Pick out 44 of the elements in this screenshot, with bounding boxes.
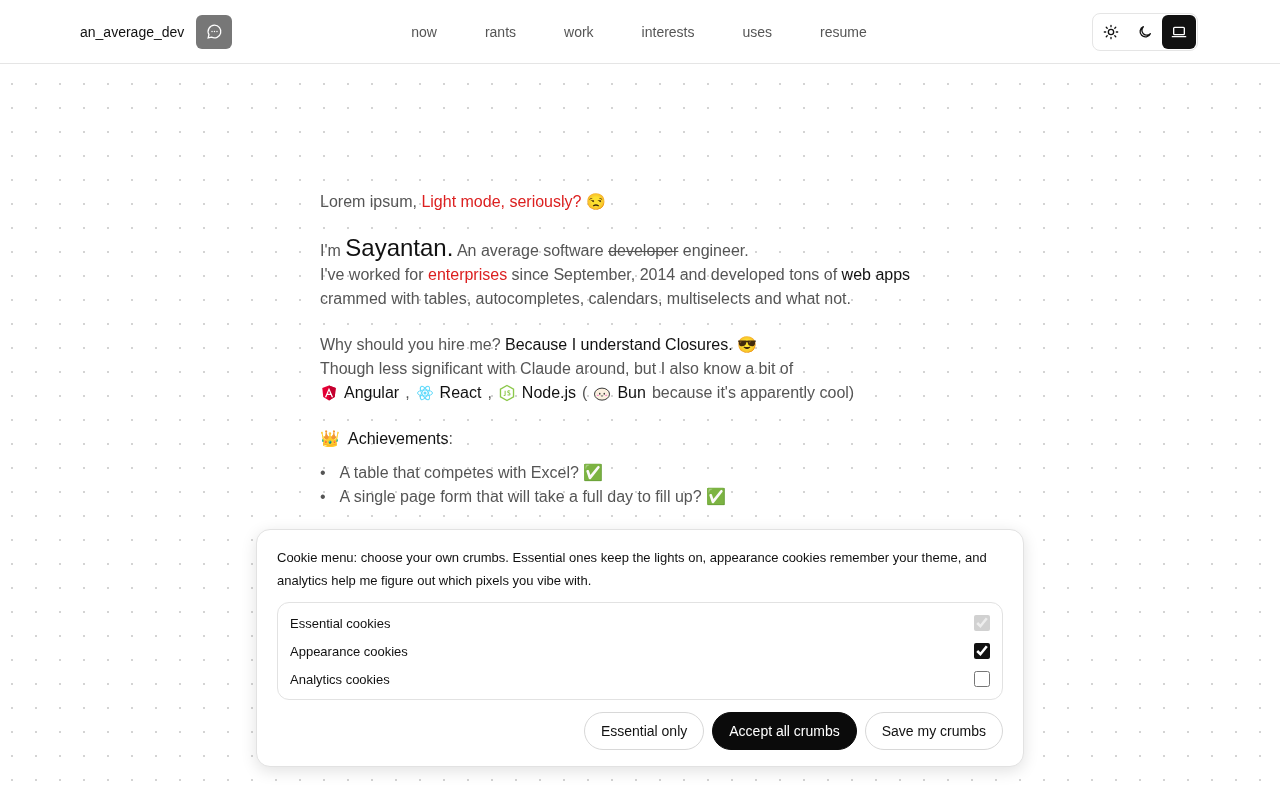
nav-link[interactable]: work [540, 17, 618, 46]
section-heading: Achievements [348, 429, 449, 449]
cookie-option-label: Appearance cookies [290, 643, 408, 659]
cookie-option-label: Analytics cookies [290, 671, 390, 687]
cookie-message: Cookie menu: choose your own crumbs. Essential ones keep the lights on, appearance cookies remember your theme, and analytics help me figure out which pixels you vibe with. [277, 549, 988, 590]
hexagon-logo-icon [497, 384, 516, 402]
intro-text: I'm Sayantan.An average software developer engineer. [320, 236, 750, 263]
system-theme-button[interactable] [1162, 14, 1196, 49]
chat-bubble-icon [205, 23, 223, 40]
atom-logo-icon [415, 384, 434, 402]
nav-link[interactable]: resume [796, 17, 891, 46]
intro-text: Lorem ipsum, Light mode, seriously? 😒 [320, 192, 607, 212]
cookie-button[interactable]: Essential only [583, 712, 705, 750]
tech-name: React [439, 383, 482, 403]
intro-text: I've worked for enterprises since September, 2014 and developed tons of web apps crammed with tables, autocompletes, calendars, multiselects and what not. [320, 265, 912, 309]
tech-name: Angular [344, 383, 400, 403]
tech-name: Node.js [521, 383, 577, 403]
heading-text: 👑 [320, 429, 340, 449]
cookie-button[interactable]: Accept all crumbs [712, 712, 857, 750]
bullet: • [320, 487, 326, 507]
sun-icon [1103, 23, 1119, 40]
nav-link[interactable]: now [387, 17, 461, 46]
cookie-button[interactable]: Save my crumbs [864, 712, 1003, 750]
intro-text: , [487, 383, 492, 403]
intro-text: Though less significant with Claude around, but I also know a bit of [320, 359, 795, 379]
cookie-checkbox[interactable] [974, 671, 990, 687]
nav-link[interactable]: rants [460, 17, 541, 46]
intro-text: Why should you hire me? Because I understand Closures. 😎 [320, 335, 759, 355]
intro-text: because it's apparently cool) [651, 383, 855, 403]
angular-logo-icon [320, 384, 338, 402]
nav-link[interactable]: uses [718, 17, 797, 46]
intro-text: , [405, 383, 410, 403]
bullet: • [320, 463, 326, 483]
intro-text: ( [582, 383, 588, 403]
cookie-checkbox[interactable] [974, 643, 990, 659]
nav-link[interactable]: interests [617, 17, 719, 46]
tech-name: Bun [617, 383, 646, 403]
chat-button[interactable] [196, 14, 233, 49]
heading-text: : [448, 429, 453, 449]
achievement-item: A single page form that will take a full day to fill up? ✅ [339, 486, 727, 507]
achievement-item: A table that competes with Excel? ✅ [339, 462, 604, 483]
moon-icon [1137, 23, 1153, 40]
cookie-option-label: Essential cookies [290, 615, 391, 631]
site-name[interactable]: an_average_dev [80, 23, 185, 40]
